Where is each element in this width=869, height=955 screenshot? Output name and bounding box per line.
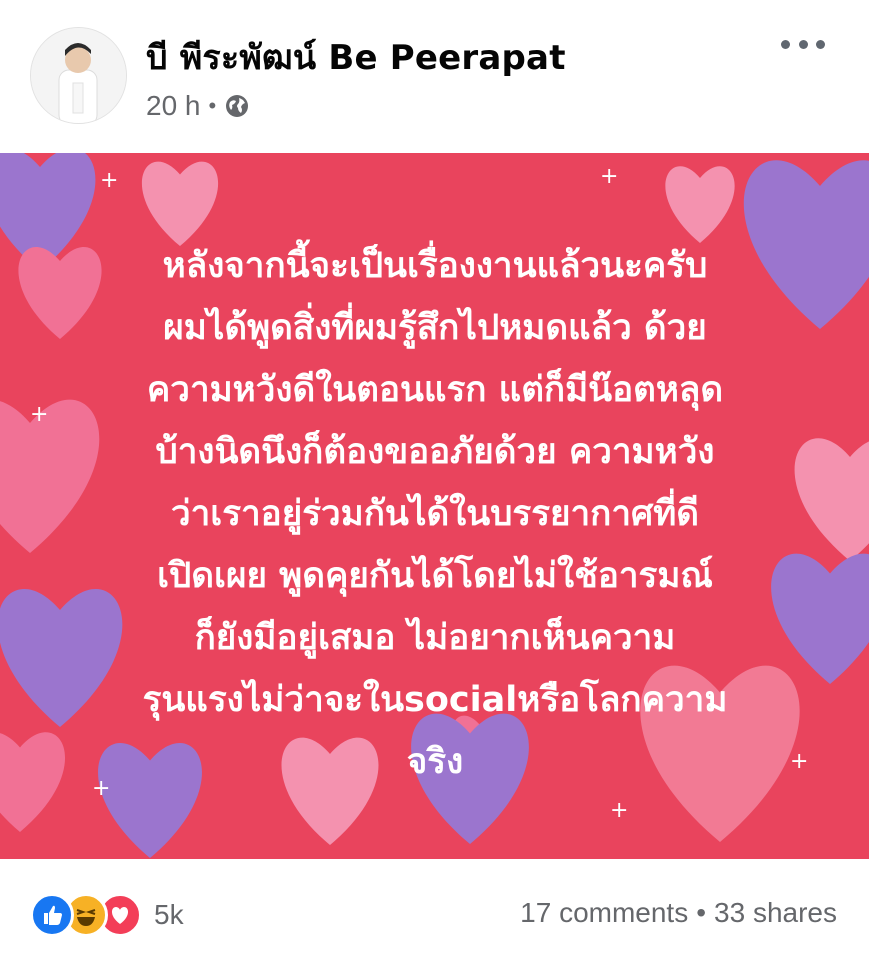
- more-options-button[interactable]: [781, 34, 825, 54]
- post-stats: 17 comments • 33 shares: [520, 897, 837, 929]
- dot-icon: [816, 39, 825, 49]
- post-header: บี พีระพัฒน์ Be Peerapat 20 h •: [0, 0, 869, 150]
- post-background: + + + + + + หลังจากนี้จะเป็นเรื่องงานแล้วนะ…: [0, 153, 869, 859]
- svg-text:+: +: [600, 164, 618, 189]
- dot-icon: [798, 39, 808, 49]
- svg-text:+: +: [610, 798, 628, 823]
- stats-separator: •: [696, 897, 707, 928]
- like-icon: [30, 893, 74, 937]
- dot-icon: [781, 39, 790, 49]
- post-footer: 5k 17 comments • 33 shares: [0, 868, 869, 955]
- post-meta: 20 h •: [146, 88, 250, 124]
- avatar[interactable]: [30, 27, 127, 124]
- shares-link[interactable]: 33 shares: [714, 897, 837, 929]
- author-name[interactable]: บี พีระพัฒน์ Be Peerapat: [146, 30, 566, 84]
- svg-text:+: +: [100, 168, 118, 193]
- post-text: หลังจากนี้จะเป็นเรื่องงานแล้วนะครับ ผมได…: [142, 246, 728, 782]
- svg-text:+: +: [30, 402, 48, 427]
- post-time[interactable]: 20 h: [146, 90, 201, 122]
- globe-icon: [226, 95, 249, 117]
- reactions-summary[interactable]: 5k: [30, 893, 184, 937]
- reaction-count: 5k: [154, 899, 184, 930]
- meta-separator: •: [208, 93, 217, 118]
- comments-link[interactable]: 17 comments: [520, 897, 688, 929]
